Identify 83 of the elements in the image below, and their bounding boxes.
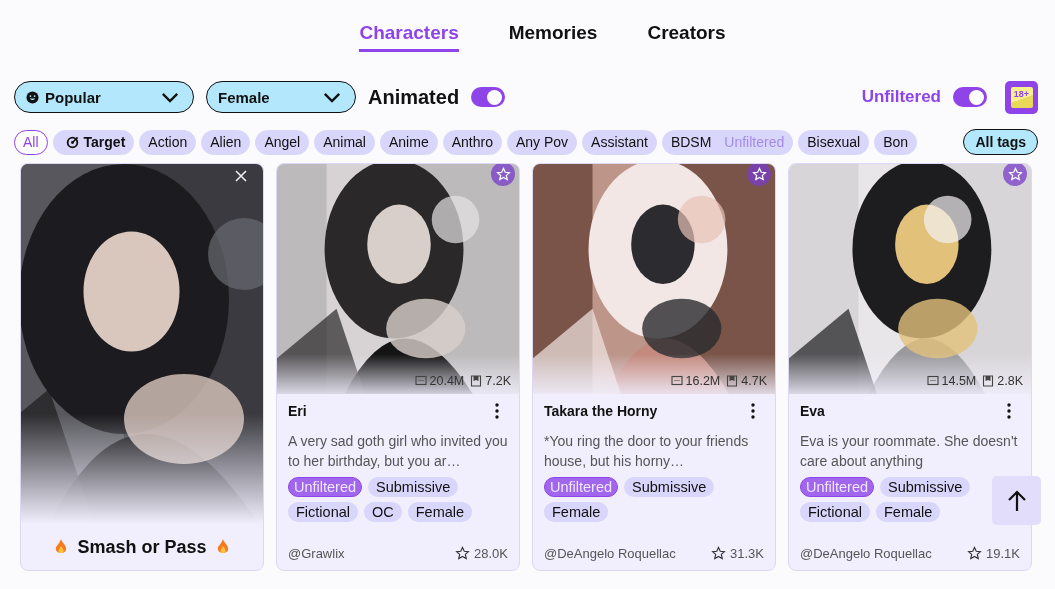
unfiltered-label: Unfiltered: [861, 87, 941, 107]
tab[interactable]: Characters: [359, 20, 459, 52]
tag-chip[interactable]: Anthro: [442, 129, 502, 155]
bookmark-icon: [982, 375, 995, 387]
rating-count: 19.1K: [986, 546, 1020, 561]
target-icon: [65, 135, 79, 149]
save-count: 4.7K: [741, 374, 767, 388]
star-icon: [967, 546, 982, 561]
character-card[interactable]: 16.2M 4.7K Takara the Horny *You ring the door to your friends house, but his horny… Unfiltered Submissive Female @DeAngelo Roquellac 31.3K: [532, 163, 776, 571]
tag: Female: [407, 502, 473, 522]
author-name[interactable]: @Grawlix: [288, 546, 345, 561]
author-name[interactable]: @DeAngelo Roquellac: [800, 546, 932, 561]
tab[interactable]: Creators: [647, 20, 726, 52]
character-description: Eva is your roommate. She doesn't care about anything: [800, 432, 1019, 471]
tag-chip[interactable]: Target: [52, 129, 135, 155]
flame-icon: [55, 539, 68, 555]
save-count: 2.8K: [997, 374, 1023, 388]
tag: Fictional: [800, 502, 870, 522]
chat-count: 20.4M: [429, 374, 465, 388]
character-card[interactable]: 14.5M 2.8K Eva Eva is your roommate. She doesn't care about anything Unfiltered Submissive Fictional Female @DeAngelo Roquellac 19.1K: [788, 163, 1032, 571]
star-icon: [751, 166, 767, 182]
tag: Female: [876, 502, 941, 522]
toggle-switch[interactable]: [953, 87, 987, 107]
tag: OC: [364, 502, 402, 522]
bookmark-icon: [470, 375, 483, 387]
star-icon: [455, 546, 470, 561]
gender-dropdown[interactable]: Female: [206, 81, 356, 113]
tag-chip[interactable]: Action: [139, 129, 197, 155]
tab[interactable]: Memories: [508, 20, 598, 52]
chat-count: 14.5M: [941, 374, 977, 388]
smiley-icon: [26, 90, 39, 104]
author-name[interactable]: @DeAngelo Roquellac: [544, 546, 676, 561]
character-name: Takara the Horny: [544, 403, 658, 419]
adult-content-button[interactable]: 18+: [1005, 80, 1038, 114]
tag: Submissive: [624, 477, 715, 497]
tag: Unfiltered: [288, 477, 363, 497]
more-options-icon[interactable]: [495, 403, 499, 419]
rating-count: 31.3K: [730, 546, 764, 561]
save-count: 7.2K: [485, 374, 511, 388]
chat-icon: [670, 375, 683, 387]
tag-chip[interactable]: Animal: [314, 129, 375, 155]
tag: Female: [544, 502, 609, 522]
tag-chip[interactable]: All: [14, 129, 48, 155]
chat-icon: [414, 375, 427, 387]
bookmark-icon: [726, 375, 739, 387]
close-icon[interactable]: [235, 170, 247, 182]
tag-chip[interactable]: BDSM Unfiltered: [661, 129, 794, 155]
tag-chip[interactable]: Assistant: [582, 129, 657, 155]
sort-dropdown[interactable]: Popular: [14, 81, 194, 113]
promo-card[interactable]: Smash or Pass: [20, 163, 264, 571]
tag-chip[interactable]: Angel: [255, 129, 310, 155]
tag-chip[interactable]: Anime: [380, 129, 438, 155]
star-icon: [711, 546, 726, 561]
rating-count: 28.0K: [474, 546, 508, 561]
tag: Submissive: [880, 477, 971, 497]
animated-label: Animated: [368, 85, 460, 109]
arrow-up-icon: [1006, 489, 1027, 512]
tag: Submissive: [368, 477, 459, 497]
more-options-icon[interactable]: [1007, 403, 1011, 419]
character-name: Eva: [800, 403, 825, 419]
chat-icon: [926, 375, 939, 387]
tag-chip[interactable]: Alien: [201, 129, 251, 155]
star-icon: [495, 166, 511, 182]
scroll-to-top-button[interactable]: [992, 476, 1041, 525]
character-description: A very sad goth girl who invited you to her birthday, but you ar…: [288, 432, 509, 471]
tag-chip[interactable]: Any Pov: [506, 129, 578, 155]
tag: Unfiltered: [544, 477, 619, 497]
chevron-down-icon: [323, 91, 341, 103]
tag-chip[interactable]: Bisexual: [798, 129, 870, 155]
chat-count: 16.2M: [685, 374, 721, 388]
star-icon: [1007, 166, 1023, 182]
tag: Fictional: [288, 502, 358, 522]
toggle-switch[interactable]: [471, 87, 506, 107]
chevron-down-icon: [161, 91, 179, 103]
character-name: Eri: [288, 403, 307, 419]
promo-title: Smash or Pass: [77, 536, 207, 558]
more-options-icon[interactable]: [751, 403, 755, 419]
character-description: *You ring the door to your friends house, but his horny…: [544, 432, 750, 471]
character-card[interactable]: 20.4M 7.2K Eri A very sad goth girl who invited you to her birthday, but you ar… Unfiltered Submissive Fictional OC Female @Grawlix 28.0K: [276, 163, 520, 571]
flame-icon: [216, 539, 229, 555]
all-tags-button[interactable]: All tags: [963, 129, 1038, 155]
tag-chip[interactable]: Bon: [874, 129, 918, 155]
tag: Unfiltered: [800, 477, 875, 497]
